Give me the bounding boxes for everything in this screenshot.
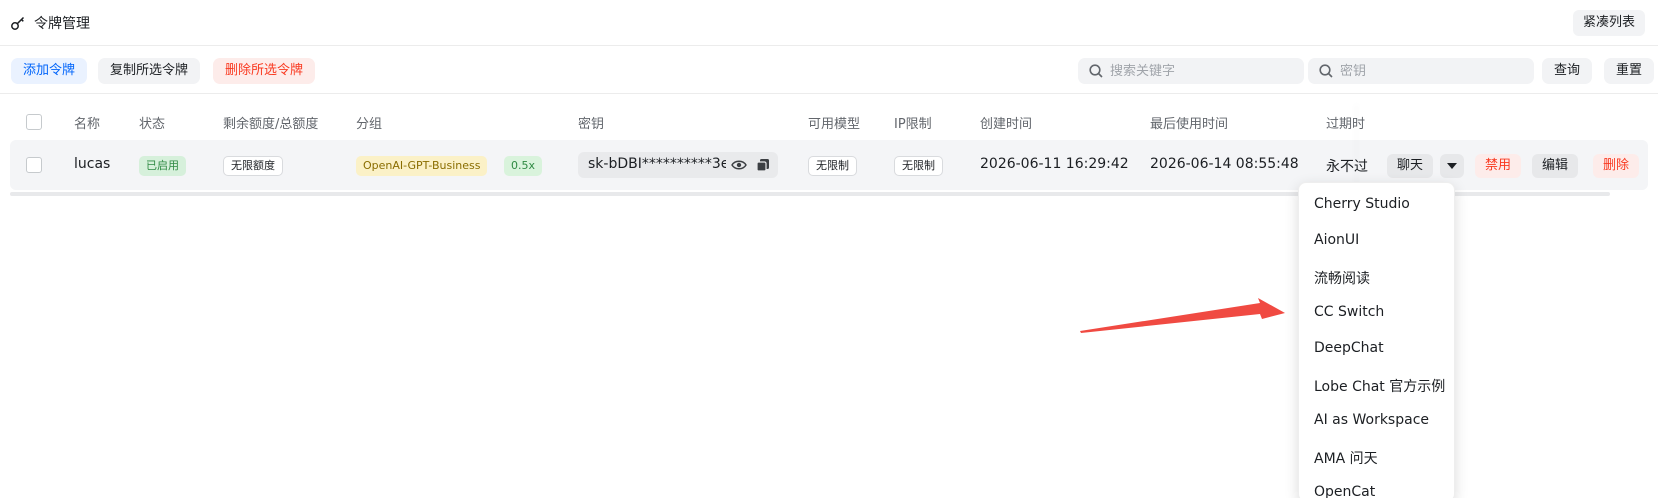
chat-button[interactable]: 聊天 <box>1387 154 1434 178</box>
token-name: lucas <box>74 156 111 172</box>
fixed-column-divider <box>1360 104 1361 192</box>
page-header: 令牌管理 紧凑列表 <box>0 0 1658 46</box>
ratio-badge: 0.5x <box>504 156 543 176</box>
eye-icon[interactable] <box>731 159 747 171</box>
copy-icon[interactable] <box>756 158 770 172</box>
dropdown-item[interactable]: CC Switch <box>1314 304 1384 320</box>
reset-button[interactable]: 重置 <box>1604 58 1655 84</box>
table-header: 名称 状态 剩余额度/总额度 分组 密钥 可用模型 IP限制 创建时间 最后使用… <box>10 104 1658 140</box>
group-badge: OpenAI-GPT-Business <box>356 156 488 176</box>
col-created: 创建时间 <box>980 117 1033 132</box>
col-models: 可用模型 <box>808 117 861 132</box>
dropdown-item[interactable]: OpenCat <box>1314 484 1375 498</box>
search-icon <box>1319 64 1333 78</box>
col-status: 状态 <box>139 117 166 132</box>
col-name: 名称 <box>74 117 101 132</box>
select-all-checkbox[interactable] <box>26 114 42 130</box>
search-icon <box>1089 64 1103 78</box>
dropdown-item[interactable]: AionUI <box>1314 232 1359 248</box>
chat-dropdown-button[interactable] <box>1440 154 1464 178</box>
dropdown-item[interactable]: Cherry Studio <box>1314 196 1410 212</box>
query-button[interactable]: 查询 <box>1542 58 1593 84</box>
col-ip-limit: IP限制 <box>894 117 932 132</box>
key-value: sk-bDBI**********3e5 <box>588 156 726 172</box>
edit-button[interactable]: 编辑 <box>1532 154 1579 178</box>
add-token-button[interactable]: 添加令牌 <box>11 58 88 84</box>
col-key: 密钥 <box>578 117 605 132</box>
keyword-search-box[interactable] <box>1078 58 1304 84</box>
chevron-down-icon <box>1447 163 1457 169</box>
toolbar: 添加令牌 复制所选令牌 删除所选令牌 查询 重置 <box>0 46 1658 94</box>
page-title: 令牌管理 <box>34 16 90 32</box>
col-group: 分组 <box>356 117 383 132</box>
col-quota: 剩余额度/总额度 <box>223 117 319 132</box>
key-icon <box>11 16 25 30</box>
models-badge: 无限制 <box>808 156 857 176</box>
last-used-time: 2026-06-14 08:55:48 <box>1150 156 1299 172</box>
dropdown-item[interactable]: AI as Workspace <box>1314 412 1429 428</box>
quota-badge: 无限额度 <box>223 156 283 176</box>
compact-list-button[interactable]: 紧凑列表 <box>1573 10 1646 36</box>
dropdown-item[interactable]: DeepChat <box>1314 340 1384 356</box>
delete-button[interactable]: 删除 <box>1593 154 1640 178</box>
ip-limit-badge: 无限制 <box>894 156 943 176</box>
col-last-used: 最后使用时间 <box>1150 117 1229 132</box>
disable-button[interactable]: 禁用 <box>1475 154 1522 178</box>
delete-selected-button[interactable]: 删除所选令牌 <box>213 58 316 84</box>
keyword-search-input[interactable] <box>1110 58 1296 84</box>
key-field: sk-bDBI**********3e5 <box>578 152 778 178</box>
annotation-arrow-icon <box>1080 298 1285 333</box>
dropdown-item[interactable]: AMA 问天 <box>1314 448 1378 468</box>
row-checkbox[interactable] <box>26 157 42 173</box>
dropdown-item[interactable]: Lobe Chat 官方示例 <box>1314 376 1445 396</box>
expires-time: 永不过 <box>1326 159 1368 175</box>
created-time: 2026-06-11 16:29:42 <box>980 156 1129 172</box>
dropdown-item[interactable]: 流畅阅读 <box>1314 268 1370 288</box>
key-search-input[interactable] <box>1340 58 1526 84</box>
chat-app-dropdown: Cherry Studio AionUI 流畅阅读 CC Switch Deep… <box>1298 182 1455 498</box>
key-search-box[interactable] <box>1308 58 1534 84</box>
col-expires: 过期时 <box>1326 117 1366 132</box>
copy-selected-button[interactable]: 复制所选令牌 <box>98 58 201 84</box>
status-badge: 已启用 <box>139 156 186 176</box>
